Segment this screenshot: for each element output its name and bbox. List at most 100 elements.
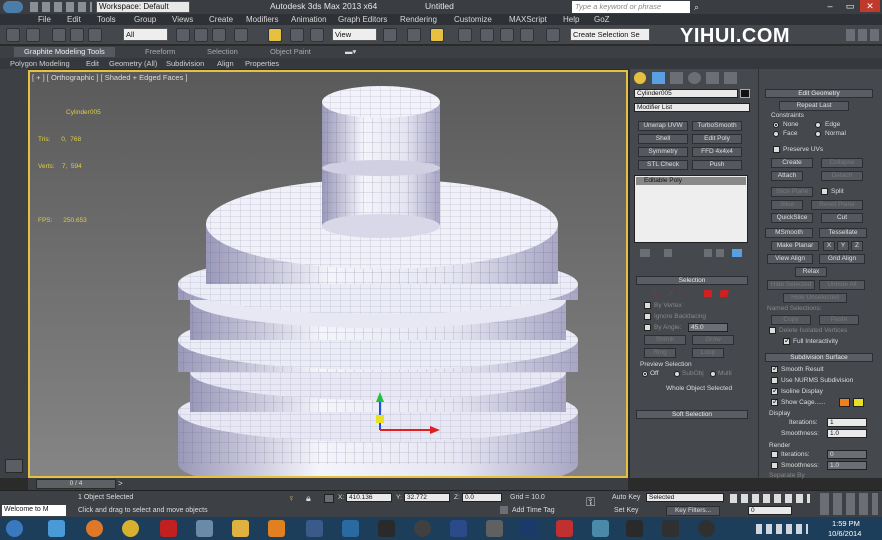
ie-icon[interactable]: [48, 520, 65, 537]
z-coord-field[interactable]: 0.0: [462, 493, 502, 502]
menu-views[interactable]: Views: [172, 14, 193, 25]
panel-properties[interactable]: Properties: [245, 58, 279, 69]
media-player-icon[interactable]: [268, 520, 285, 537]
object-color-swatch[interactable]: [740, 89, 750, 98]
menu-modifiers[interactable]: Modifiers: [246, 14, 278, 25]
ignore-backfacing-checkbox[interactable]: [644, 313, 651, 320]
loop-button[interactable]: Loop: [692, 348, 724, 358]
use-nurms-checkbox[interactable]: [771, 377, 778, 384]
display-smoothness-spinner[interactable]: 1.0: [827, 429, 867, 438]
app-logo-icon[interactable]: [3, 1, 23, 13]
repeat-last-button[interactable]: Repeat Last: [779, 101, 849, 111]
app-red-icon[interactable]: [556, 520, 573, 537]
menu-create[interactable]: Create: [209, 14, 233, 25]
system-tray-icons[interactable]: [756, 524, 808, 534]
render-smoothness-spinner[interactable]: 1.0: [827, 461, 867, 470]
zbrush-icon[interactable]: [486, 520, 503, 537]
panel-geometry[interactable]: Geometry (All): [109, 58, 157, 69]
percent-snap-icon[interactable]: [500, 28, 514, 42]
element-subobject-icon[interactable]: [719, 290, 729, 297]
link-icon[interactable]: [52, 28, 66, 42]
key-icon[interactable]: ⚿: [586, 495, 595, 510]
app-eye-icon[interactable]: [698, 520, 715, 537]
unhide-all-button[interactable]: Unhide All: [819, 280, 865, 290]
menu-help[interactable]: Help: [563, 14, 579, 25]
menu-edit[interactable]: Edit: [67, 14, 81, 25]
constraint-normal-radio[interactable]: [815, 131, 821, 137]
menu-customize[interactable]: Customize: [454, 14, 492, 25]
turbosmooth-button[interactable]: TurboSmooth: [692, 121, 742, 131]
close-button[interactable]: ✕: [860, 0, 880, 12]
menu-file[interactable]: File: [38, 14, 51, 25]
selection-lock-icon[interactable]: 🔒︎: [306, 493, 311, 504]
quick-access-icons[interactable]: [30, 2, 92, 12]
msmooth-button[interactable]: MSmooth: [765, 228, 813, 238]
grid-align-button[interactable]: Grid Align: [819, 254, 865, 264]
constraint-none-radio[interactable]: [773, 122, 779, 128]
viewport-layout-icon[interactable]: [5, 459, 23, 473]
pin-stack-icon[interactable]: [640, 249, 650, 257]
stl-check-button[interactable]: STL Check: [638, 160, 688, 170]
bind-spacewarp-icon[interactable]: [88, 28, 102, 42]
planarize-y-button[interactable]: Y: [837, 241, 849, 251]
scale-icon[interactable]: [310, 28, 324, 42]
symmetry-button[interactable]: Symmetry: [638, 147, 688, 157]
minimize-button[interactable]: ‒: [820, 0, 840, 12]
reset-plane-button[interactable]: Reset Plane: [811, 200, 863, 210]
rect-select-icon[interactable]: [212, 28, 226, 42]
app-film-icon[interactable]: [626, 520, 643, 537]
isoline-display-checkbox[interactable]: [771, 386, 779, 395]
show-cage-checkbox[interactable]: [771, 397, 779, 406]
detach-button[interactable]: Detach: [821, 171, 863, 181]
3dsmax-icon[interactable]: [592, 520, 609, 537]
preview-multi-radio[interactable]: [710, 371, 716, 377]
grow-button[interactable]: Grow: [692, 335, 734, 345]
key-mode-select[interactable]: Selected: [646, 493, 724, 502]
workspace-dropdown[interactable]: Workspace: Default: [96, 1, 190, 13]
stack-item-editable-poly[interactable]: Editable Poly: [636, 177, 746, 185]
spinner-snap-icon[interactable]: [520, 28, 534, 42]
shell-button[interactable]: Shell: [638, 134, 688, 144]
isolate-selection-icon[interactable]: ♀: [288, 493, 295, 503]
slice-plane-button[interactable]: Slice Plane: [771, 187, 813, 197]
undo-icon[interactable]: [6, 28, 20, 42]
toolbar-right-icons[interactable]: [846, 29, 880, 41]
ffd-button[interactable]: FFD 4x4x4: [692, 147, 742, 157]
photos-icon[interactable]: [342, 520, 359, 537]
chrome-icon[interactable]: [122, 520, 139, 537]
render-iterations-spinner[interactable]: 0: [827, 450, 867, 459]
viewport-label[interactable]: [ + ] [ Orthographic ] [ Shaded + Edged …: [32, 73, 188, 82]
hide-selected-button[interactable]: Hide Selected: [767, 280, 815, 290]
menu-tools[interactable]: Tools: [97, 14, 116, 25]
attach-button[interactable]: Attach: [771, 171, 803, 181]
copy-button[interactable]: Copy: [771, 315, 811, 325]
push-button[interactable]: Push: [692, 160, 742, 170]
ribbon-options-icon[interactable]: ▬▾: [345, 47, 356, 57]
smooth-result-checkbox[interactable]: [771, 364, 779, 373]
polygon-subobject-icon[interactable]: [704, 290, 712, 297]
split-checkbox[interactable]: [821, 188, 828, 195]
start-button-icon[interactable]: [6, 520, 23, 537]
y-coord-field[interactable]: 32.772: [404, 493, 450, 502]
perspective-viewport[interactable]: [28, 70, 628, 478]
reference-coord-select[interactable]: View: [332, 28, 377, 41]
window-crossing-icon[interactable]: [234, 28, 248, 42]
view-align-button[interactable]: View Align: [767, 254, 813, 264]
menu-rendering[interactable]: Rendering: [400, 14, 437, 25]
x-coord-field[interactable]: 410.136: [346, 493, 392, 502]
panel-edit[interactable]: Edit: [86, 58, 99, 69]
cut-button[interactable]: Cut: [821, 213, 863, 223]
absolute-mode-icon[interactable]: [324, 494, 334, 503]
constraint-face-radio[interactable]: [773, 131, 779, 137]
redo-icon[interactable]: [26, 28, 40, 42]
paste-button[interactable]: Paste: [819, 315, 859, 325]
preview-subobj-radio[interactable]: [674, 371, 680, 377]
make-unique-icon[interactable]: [704, 249, 712, 257]
configure-sets-icon[interactable]: [732, 249, 742, 257]
select-by-name-icon[interactable]: [194, 28, 208, 42]
pivot-icon[interactable]: [383, 28, 397, 42]
cage-color-swatch-1[interactable]: [839, 398, 850, 407]
by-vertex-checkbox[interactable]: [644, 302, 651, 309]
explorer-icon[interactable]: [196, 520, 213, 537]
monitor-icon[interactable]: [450, 520, 467, 537]
